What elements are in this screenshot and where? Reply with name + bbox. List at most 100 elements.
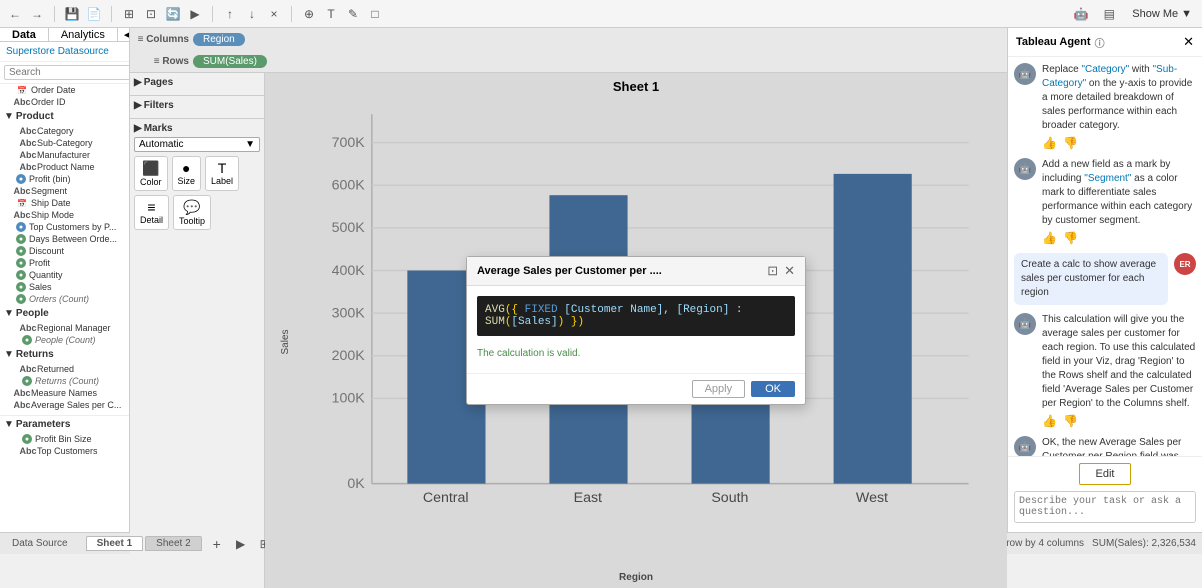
agent-avatar-1: 🤖 xyxy=(1014,63,1036,85)
datasource-btn[interactable]: ⊞ xyxy=(118,4,140,24)
sidebar-item-product-name[interactable]: Abc Product Name xyxy=(0,161,129,173)
measure-icon: ● xyxy=(16,294,26,304)
agent-msg-text-4: OK, the new Average Sales per Customer p… xyxy=(1042,436,1196,456)
thumbs-up-2[interactable]: 👍 xyxy=(1042,231,1057,245)
sidebar-item-profit-bin[interactable]: ● Profit (bin) xyxy=(0,173,129,185)
new-button[interactable]: 📄 xyxy=(83,4,105,24)
agent-avatar-3: 🤖 xyxy=(1014,313,1036,335)
sidebar-item-profit-bin-size[interactable]: ● Profit Bin Size xyxy=(0,433,129,445)
sidebar-item-quantity[interactable]: ● Quantity xyxy=(0,269,129,281)
sidebar-item-ship-date[interactable]: 📅 Ship Date xyxy=(0,197,129,209)
sheet-list-btn[interactable]: ▶ xyxy=(230,534,252,554)
analytics-tab[interactable]: Analytics xyxy=(49,28,118,41)
sidebar-item-returns-count[interactable]: ● Returns (Count) xyxy=(0,375,129,387)
sidebar-item-category[interactable]: Abc Category xyxy=(0,125,129,137)
marks-type-dropdown[interactable]: Automatic ▼ xyxy=(134,137,260,152)
rows-pill[interactable]: SUM(Sales) xyxy=(193,55,267,68)
search-input[interactable] xyxy=(4,65,130,80)
tooltip-icon: 💬 xyxy=(183,199,200,216)
sidebar-item-avg-sales[interactable]: Abc Average Sales per C... xyxy=(0,399,129,411)
modal-close-btn[interactable]: ✕ xyxy=(784,263,795,279)
sidebar-item-top-customers-param[interactable]: Abc Top Customers xyxy=(0,445,129,457)
sidebar-item-people-count[interactable]: ● People (Count) xyxy=(0,334,129,346)
sidebar-item-discount[interactable]: ● Discount xyxy=(0,245,129,257)
sidebar-item-sales[interactable]: ● Sales xyxy=(0,281,129,293)
sidebar-item-days-between[interactable]: ● Days Between Orde... xyxy=(0,233,129,245)
apply-button[interactable]: Apply xyxy=(692,380,746,398)
collapse-icon: ▼ xyxy=(4,308,14,319)
detail-mark-btn[interactable]: ≡ Detail xyxy=(134,195,169,230)
agent-input[interactable] xyxy=(1014,491,1196,523)
present-btn[interactable]: ▤ xyxy=(1098,4,1120,24)
auto-update-btn[interactable]: ▶ xyxy=(184,4,206,24)
sidebar-item-manufacturer[interactable]: Abc Manufacturer xyxy=(0,149,129,161)
agent-actions-2: 👍 👎 xyxy=(1042,231,1196,245)
show-me-button[interactable]: Show Me ▼ xyxy=(1126,6,1198,22)
save-button[interactable]: 💾 xyxy=(61,4,83,24)
color-mark-btn[interactable]: ⬛ Color xyxy=(134,156,168,191)
annotate-btn[interactable]: ✎ xyxy=(342,4,364,24)
agent-actions-3: 👍 👎 xyxy=(1042,414,1196,428)
sidebar-item-order-date[interactable]: 📅 Order Date xyxy=(0,84,129,96)
group-btn[interactable]: ⊕ xyxy=(298,4,320,24)
label-btn[interactable]: T xyxy=(320,4,342,24)
returns-section[interactable]: ▼ Returns xyxy=(0,346,129,363)
agent-icon[interactable]: 🤖 xyxy=(1070,4,1092,24)
agent-messages: 🤖 Replace "Category" with "Sub-Category"… xyxy=(1008,57,1202,456)
tooltip-btn[interactable]: □ xyxy=(364,4,386,24)
rows-cols-count: 1 row by 4 columns xyxy=(998,538,1084,549)
nav-buttons: ← → xyxy=(4,4,48,24)
parameters-section[interactable]: ▼ Parameters xyxy=(0,415,129,433)
extract-btn[interactable]: ⊡ xyxy=(140,4,162,24)
sort-asc-btn[interactable]: ↑ xyxy=(219,4,241,24)
label-mark-btn[interactable]: T Label xyxy=(205,156,239,191)
thumbs-down-3[interactable]: 👎 xyxy=(1063,414,1078,428)
forward-button[interactable]: → xyxy=(26,4,48,24)
sheet1-tab[interactable]: Sheet 1 xyxy=(86,536,144,551)
agent-close-btn[interactable]: ✕ xyxy=(1183,34,1194,50)
sort-clear-btn[interactable]: × xyxy=(263,4,285,24)
ok-button[interactable]: OK xyxy=(751,381,795,397)
sidebar-item-returned[interactable]: Abc Returned xyxy=(0,363,129,375)
sidebar-item-order-id[interactable]: Abc Order ID xyxy=(0,96,129,108)
product-section[interactable]: ▼ Product xyxy=(0,108,129,125)
thumbs-up-3[interactable]: 👍 xyxy=(1042,414,1057,428)
left-shelves: ▶ Pages ▶ Filters ▶ Marks xyxy=(130,73,265,588)
abc-icon: Abc xyxy=(16,210,28,220)
sidebar-item-regional-manager[interactable]: Abc Regional Manager xyxy=(0,322,129,334)
sidebar-item-measure-names[interactable]: Abc Measure Names xyxy=(0,387,129,399)
refresh-btn[interactable]: 🔄 xyxy=(162,4,184,24)
size-icon: ● xyxy=(182,160,190,176)
sidebar-item-orders-count[interactable]: ● Orders (Count) xyxy=(0,293,129,305)
calc-formula[interactable]: AVG({ FIXED [Customer Name], [Region] : … xyxy=(477,296,795,336)
sidebar-item-ship-mode[interactable]: Abc Ship Mode xyxy=(0,209,129,221)
modal-restore-btn[interactable]: ⊡ xyxy=(767,263,778,279)
people-section[interactable]: ▼ People xyxy=(0,305,129,322)
datasource-tab[interactable]: Data Source xyxy=(6,537,74,550)
datasource-link[interactable]: Superstore Datasource xyxy=(0,42,129,62)
agent-avatar-2: 🤖 xyxy=(1014,158,1036,180)
data-tab[interactable]: Data xyxy=(0,28,49,41)
agent-footer: Edit xyxy=(1008,456,1202,532)
thumbs-up-1[interactable]: 👍 xyxy=(1042,136,1057,150)
edit-button[interactable]: Edit xyxy=(1079,463,1132,485)
thumbs-down-2[interactable]: 👎 xyxy=(1063,231,1078,245)
sidebar-item-subcategory[interactable]: Abc Sub-Category xyxy=(0,137,129,149)
back-button[interactable]: ← xyxy=(4,4,26,24)
size-mark-btn[interactable]: ● Size xyxy=(172,156,202,191)
abc-icon: Abc xyxy=(16,186,28,196)
sort-desc-btn[interactable]: ↓ xyxy=(241,4,263,24)
sidebar-item-top-customers[interactable]: ● Top Customers by P... xyxy=(0,221,129,233)
sidebar-item-profit[interactable]: ● Profit xyxy=(0,257,129,269)
sheet2-tab[interactable]: Sheet 2 xyxy=(145,536,201,551)
tooltip-mark-btn[interactable]: 💬 Tooltip xyxy=(173,195,211,230)
sidebar-toggle[interactable]: ◀ xyxy=(120,28,130,41)
thumbs-down-1[interactable]: 👎 xyxy=(1063,136,1078,150)
sidebar-item-segment[interactable]: Abc Segment xyxy=(0,185,129,197)
agent-panel: Tableau Agent ⓘ ✕ 🤖 Replace "Category" w… xyxy=(1007,28,1202,532)
agent-msg-4: 🤖 OK, the new Average Sales per Customer… xyxy=(1014,436,1196,456)
add-sheet-btn[interactable]: + xyxy=(206,534,228,554)
label-icon: T xyxy=(218,160,227,176)
columns-pill[interactable]: Region xyxy=(193,33,245,46)
data-buttons: ⊞ ⊡ 🔄 ▶ xyxy=(118,4,206,24)
